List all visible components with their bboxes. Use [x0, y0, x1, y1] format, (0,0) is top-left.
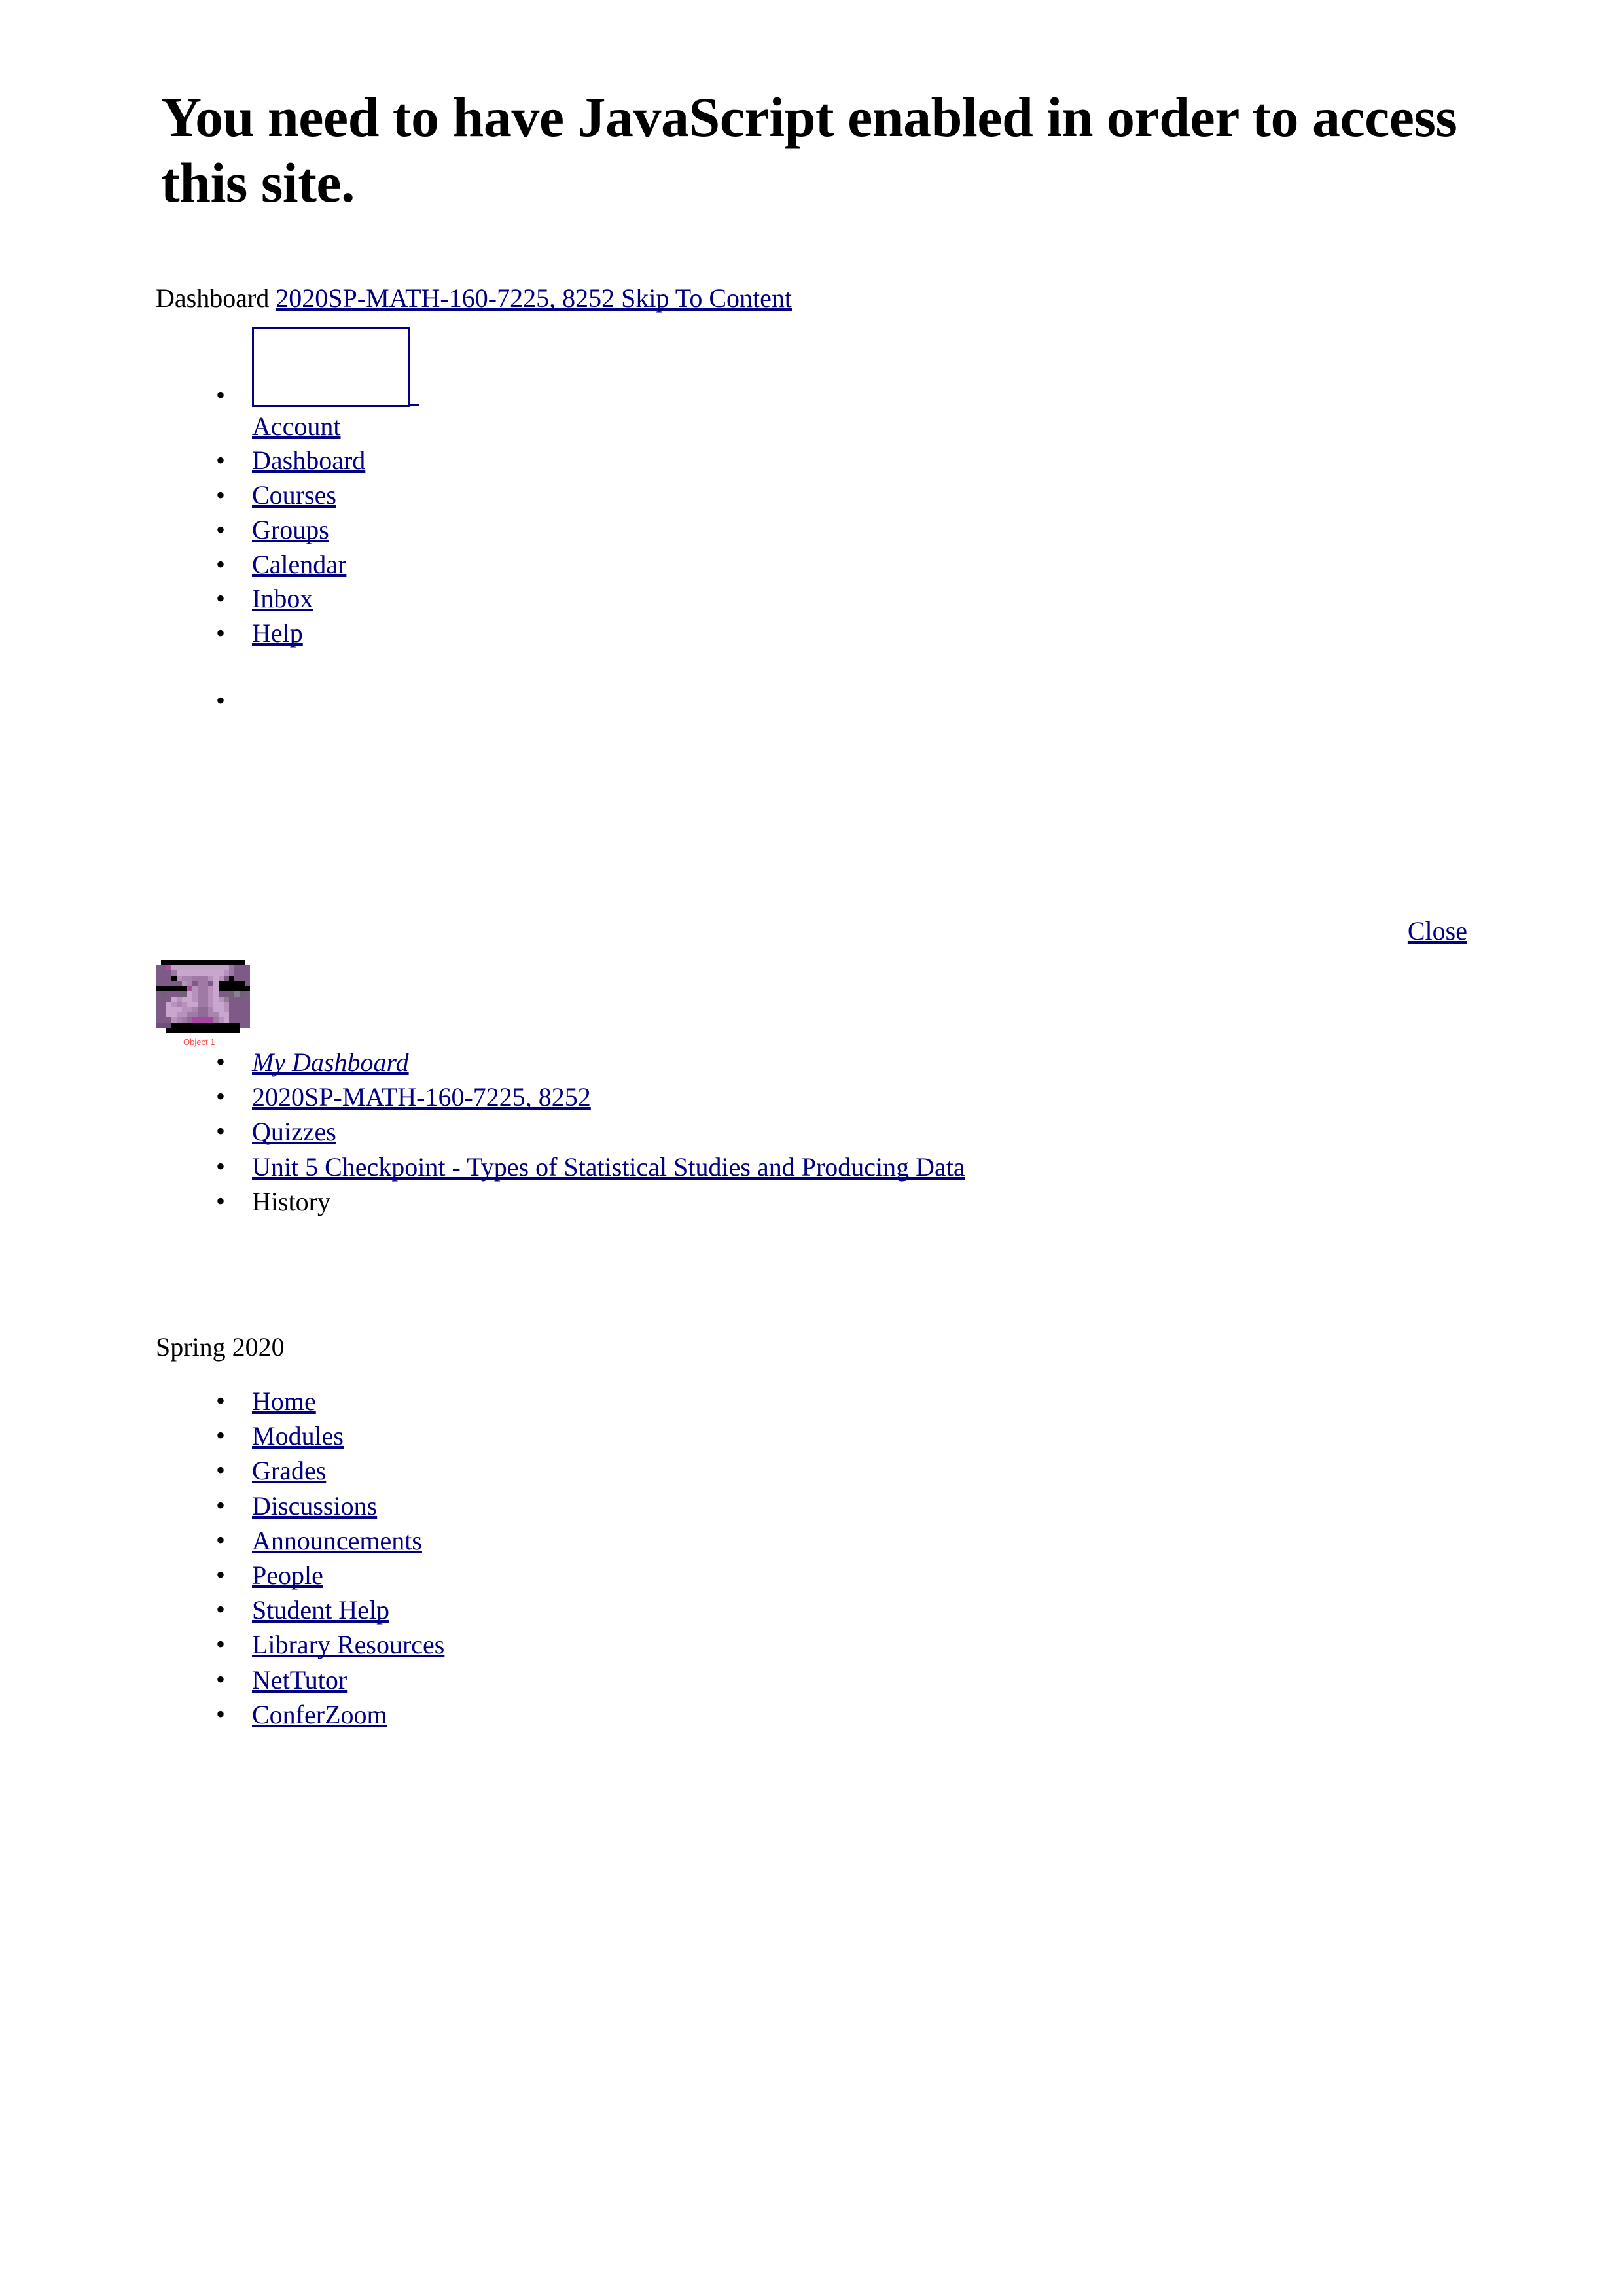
breadcrumb-link-quizzes[interactable]: Quizzes	[252, 1117, 336, 1146]
sidebar-item-label-inbox[interactable]: Inbox	[252, 584, 313, 613]
global-navigation-list: Account Dashboard Courses Groups Calenda…	[156, 327, 1467, 652]
breadcrumb-item-course[interactable]: 2020SP-MATH-160-7225, 8252	[156, 1080, 1467, 1114]
topbar: Dashboard 2020SP-MATH-160-7225, 8252 Ski…	[156, 281, 1467, 315]
course-nav-item-student-help[interactable]: Student Help	[156, 1593, 1467, 1627]
course-nav-item-conferzoom[interactable]: ConferZoom	[156, 1697, 1467, 1732]
course-nav-link-library-resources[interactable]: Library Resources	[252, 1630, 444, 1659]
breadcrumb-link-quiz[interactable]: Unit 5 Checkpoint - Types of Statistical…	[252, 1152, 965, 1182]
broken-image-placeholder-icon	[252, 327, 410, 407]
breadcrumb-link-course[interactable]: 2020SP-MATH-160-7225, 8252	[252, 1082, 591, 1112]
sidebar-item-label-dashboard[interactable]: Dashboard	[252, 446, 365, 475]
term-label: Spring 2020	[156, 1332, 285, 1362]
breadcrumb-label-history: History	[252, 1186, 330, 1216]
sidebar-item-calendar[interactable]: Calendar	[156, 548, 1467, 582]
page-root: You need to have JavaScript enabled in o…	[0, 0, 1623, 2296]
course-nav-item-grades[interactable]: Grades	[156, 1453, 1467, 1488]
breadcrumb-item-history: History	[156, 1184, 1467, 1219]
javascript-disabled-warning: You need to have JavaScript enabled in o…	[161, 86, 1457, 214]
breadcrumb-link-my-dashboard[interactable]: My Dashboard	[252, 1048, 409, 1077]
course-nav-item-nettutor[interactable]: NetTutor	[156, 1663, 1467, 1697]
course-nav-link-nettutor[interactable]: NetTutor	[252, 1665, 347, 1695]
course-nav-item-discussions[interactable]: Discussions	[156, 1489, 1467, 1523]
tray-close-row: Close	[156, 914, 1467, 948]
breadcrumb: My Dashboard 2020SP-MATH-160-7225, 8252 …	[156, 1045, 1467, 1219]
course-nav-link-discussions[interactable]: Discussions	[252, 1491, 377, 1521]
course-nav-item-people[interactable]: People	[156, 1558, 1467, 1593]
sidebar-item-label-calendar[interactable]: Calendar	[252, 550, 346, 579]
breadcrumb-item-quiz[interactable]: Unit 5 Checkpoint - Types of Statistical…	[156, 1150, 1467, 1184]
sidebar-item-label-groups[interactable]: Groups	[252, 515, 329, 544]
breadcrumb-item-my-dashboard[interactable]: My Dashboard	[156, 1045, 1467, 1080]
course-nav-link-home[interactable]: Home	[252, 1386, 316, 1416]
course-nav-item-home[interactable]: Home	[156, 1384, 1467, 1419]
sidebar-item-account[interactable]: Account	[156, 327, 1467, 444]
close-tray-link[interactable]: Close	[1408, 916, 1467, 945]
breadcrumb-item-quizzes[interactable]: Quizzes	[156, 1114, 1467, 1149]
course-nav-link-grades[interactable]: Grades	[252, 1456, 326, 1485]
course-nav-link-announcements[interactable]: Announcements	[252, 1526, 422, 1555]
global-navigation-extra-list	[156, 684, 1467, 718]
course-nav-link-modules[interactable]: Modules	[252, 1421, 344, 1451]
sidebar-item-empty[interactable]	[156, 684, 1467, 718]
sidebar-item-dashboard[interactable]: Dashboard	[156, 444, 1467, 478]
dashboard-label: Dashboard	[156, 283, 270, 313]
account-avatar-link[interactable]	[252, 327, 419, 410]
sidebar-item-label-courses[interactable]: Courses	[252, 480, 336, 510]
course-nav-item-modules[interactable]: Modules	[156, 1419, 1467, 1453]
sidebar-item-inbox[interactable]: Inbox	[156, 582, 1467, 616]
sidebar-item-help[interactable]: Help	[156, 616, 1467, 651]
course-nav-item-announcements[interactable]: Announcements	[156, 1523, 1467, 1558]
course-card-image-wrap: Object 1	[156, 960, 250, 1047]
course-navigation-list: Home Modules Grades Discussions Announce…	[156, 1384, 1467, 1732]
course-nav-link-people[interactable]: People	[252, 1561, 323, 1590]
course-nav-link-student-help[interactable]: Student Help	[252, 1595, 389, 1625]
course-skip-to-content-link[interactable]: 2020SP-MATH-160-7225, 8252 Skip To Conte…	[276, 283, 792, 313]
sidebar-item-courses[interactable]: Courses	[156, 478, 1467, 513]
course-card-image	[156, 960, 250, 1034]
sidebar-item-label-account[interactable]: Account	[252, 412, 341, 441]
course-nav-link-conferzoom[interactable]: ConferZoom	[252, 1700, 387, 1729]
sidebar-item-groups[interactable]: Groups	[156, 513, 1467, 548]
sidebar-item-label-help[interactable]: Help	[252, 618, 303, 648]
link-underline-stub	[410, 403, 419, 406]
course-nav-item-library-resources[interactable]: Library Resources	[156, 1627, 1467, 1662]
